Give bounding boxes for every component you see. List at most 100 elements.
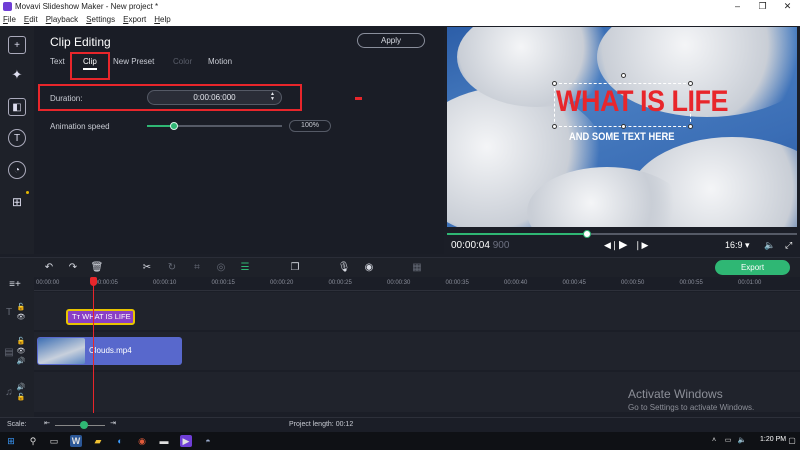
rotate-icon[interactable]: ↻ bbox=[165, 262, 179, 273]
video-thumbnail bbox=[38, 338, 85, 364]
export-button[interactable]: Export bbox=[715, 260, 790, 275]
duration-field[interactable]: 0:00:06:000 ▲ ▼ bbox=[147, 90, 282, 105]
preview-headline: WHAT IS LIFE bbox=[556, 84, 728, 118]
battery-icon[interactable]: ▭ bbox=[722, 435, 734, 447]
next-frame-icon[interactable]: ❘▶ bbox=[634, 240, 648, 251]
menu-export[interactable]: Export bbox=[123, 15, 146, 24]
ruler-tick: 00:00:35 bbox=[445, 280, 469, 286]
stickers-icon[interactable]: ◔ bbox=[8, 161, 26, 179]
watermark-title: Activate Windows bbox=[628, 387, 723, 401]
webcam-icon[interactable]: ◉ bbox=[362, 262, 376, 273]
import-icon[interactable]: + bbox=[8, 36, 26, 54]
timecode-main: 00:00:04 bbox=[451, 240, 490, 251]
animation-speed-label: Animation speed bbox=[50, 122, 110, 131]
title-track[interactable] bbox=[34, 292, 800, 330]
animation-speed-value[interactable]: 100% bbox=[289, 120, 331, 132]
resize-handle[interactable] bbox=[688, 124, 693, 129]
search-icon[interactable]: ⚲ bbox=[27, 435, 39, 447]
microphone-icon[interactable]: 🎙 bbox=[337, 262, 351, 273]
mute-icon[interactable]: 🔊 bbox=[14, 383, 28, 391]
zoom-in-icon[interactable]: ⇥ bbox=[106, 419, 120, 427]
ruler-tick: 00:00:40 bbox=[504, 280, 528, 286]
animation-speed-slider[interactable] bbox=[147, 122, 282, 130]
maximize-button[interactable]: ❐ bbox=[750, 1, 775, 12]
timeline-ruler[interactable]: 00:00:00 00:00:05 00:00:10 00:00:15 00:00:20… bbox=[34, 277, 800, 291]
app-icon[interactable]: ◓ bbox=[202, 435, 214, 447]
scale-knob[interactable] bbox=[80, 421, 88, 429]
ruler-tick: 00:00:10 bbox=[153, 280, 177, 286]
start-icon[interactable]: ⊞ bbox=[5, 435, 17, 447]
previous-frame-icon[interactable]: ◀❘ bbox=[604, 240, 618, 251]
chrome-icon[interactable]: ◉ bbox=[136, 435, 148, 447]
menu-settings[interactable]: Settings bbox=[86, 15, 115, 24]
menu-edit[interactable]: Edit bbox=[24, 15, 38, 24]
more-tools-icon[interactable]: ⊞ bbox=[8, 193, 26, 211]
resize-handle[interactable] bbox=[552, 124, 557, 129]
menu-file[interactable]: File bbox=[3, 15, 16, 24]
magic-wand-icon[interactable]: ✦ bbox=[8, 66, 26, 84]
seek-knob[interactable] bbox=[583, 230, 591, 238]
lock-icon[interactable]: 🔓 bbox=[14, 303, 28, 311]
crop-icon[interactable]: ⌗ bbox=[190, 262, 204, 273]
menu-playback[interactable]: Playback bbox=[46, 15, 78, 24]
lock-icon[interactable]: 🔓 bbox=[14, 393, 28, 401]
ruler-tick: 00:00:25 bbox=[328, 280, 352, 286]
aspect-ratio-select[interactable]: 16:9 ▾ bbox=[725, 240, 750, 251]
tray-arrow-icon[interactable]: ˄ bbox=[708, 435, 720, 447]
cut-icon[interactable]: ✂ bbox=[140, 262, 154, 273]
mute-icon[interactable]: 🔊 bbox=[14, 357, 28, 365]
volume-icon[interactable]: 🔈 bbox=[764, 240, 775, 251]
title-clip-label: WHAT IS LIFE bbox=[82, 312, 131, 321]
slider-knob[interactable] bbox=[170, 122, 178, 130]
transitions-icon[interactable]: ◧ bbox=[8, 98, 26, 116]
task-view-icon[interactable]: ▭ bbox=[48, 435, 60, 447]
tab-new-preset[interactable]: New Preset bbox=[113, 57, 154, 66]
title-clip[interactable]: Tт WHAT IS LIFE bbox=[66, 309, 135, 325]
app-icon[interactable]: ▬ bbox=[158, 435, 170, 447]
edge-icon[interactable]: ◐ bbox=[114, 435, 126, 447]
project-length: Project length: 00:12 bbox=[289, 421, 354, 428]
play-icon[interactable]: ▶ bbox=[619, 238, 627, 251]
volume-tray-icon[interactable]: 🔈 bbox=[736, 435, 748, 447]
undo-icon[interactable]: ↶ bbox=[42, 262, 56, 273]
playhead[interactable] bbox=[93, 279, 94, 413]
fullscreen-icon[interactable]: ⤢ bbox=[785, 240, 792, 251]
redo-icon[interactable]: ↷ bbox=[66, 262, 80, 273]
rotate-handle[interactable] bbox=[621, 73, 626, 78]
ruler-tick: 00:00:05 bbox=[94, 280, 118, 286]
preview-seekbar[interactable] bbox=[447, 230, 797, 238]
timecode: 00:00:04 900 bbox=[451, 240, 509, 251]
video-preview[interactable]: WHAT IS LIFE AND SOME TEXT HERE bbox=[447, 27, 797, 227]
clip-editing-panel: Clip Editing Apply Text Clip New Preset … bbox=[34, 26, 444, 254]
visibility-icon[interactable]: 👁 bbox=[14, 347, 28, 355]
pan-zoom-icon[interactable]: ◎ bbox=[214, 262, 228, 273]
lock-icon[interactable]: 🔓 bbox=[14, 337, 28, 345]
beat-sync-icon[interactable]: ▦ bbox=[410, 262, 424, 273]
clip-properties-icon[interactable]: ☰ bbox=[238, 262, 252, 273]
titles-icon[interactable]: T bbox=[8, 129, 26, 147]
red-marker bbox=[355, 97, 362, 100]
zoom-out-icon[interactable]: ⇤ bbox=[40, 419, 54, 427]
delete-icon[interactable]: 🗑 bbox=[90, 262, 104, 273]
taskbar-clock[interactable]: 1:20 PM bbox=[760, 436, 786, 443]
tab-motion[interactable]: Motion bbox=[208, 57, 232, 66]
minimize-button[interactable]: – bbox=[725, 1, 750, 12]
apply-button[interactable]: Apply bbox=[357, 33, 425, 48]
ruler-tick: 00:00:00 bbox=[36, 280, 60, 286]
notifications-icon[interactable]: ▢ bbox=[786, 435, 798, 447]
tab-text[interactable]: Text bbox=[50, 57, 65, 66]
add-track-icon[interactable]: ≡+ bbox=[8, 279, 22, 290]
visibility-icon[interactable]: 👁 bbox=[14, 313, 28, 321]
movavi-taskbar-icon[interactable]: ▶ bbox=[180, 435, 192, 447]
notification-dot bbox=[26, 191, 29, 194]
close-button[interactable]: ✕ bbox=[775, 1, 800, 12]
menu-help[interactable]: Help bbox=[154, 15, 170, 24]
left-toolbar: + ✦ ◧ T ◔ ⊞ bbox=[0, 26, 34, 254]
word-icon[interactable]: W bbox=[70, 435, 82, 447]
stepper-icon[interactable]: ▲ ▼ bbox=[270, 92, 275, 102]
video-clip[interactable]: Clouds.mp4 bbox=[37, 337, 182, 365]
file-explorer-icon[interactable]: ▰ bbox=[92, 435, 104, 447]
playhead-handle[interactable] bbox=[90, 277, 97, 286]
overlay-icon[interactable]: ❐ bbox=[288, 262, 302, 273]
resize-handle[interactable] bbox=[621, 124, 626, 129]
